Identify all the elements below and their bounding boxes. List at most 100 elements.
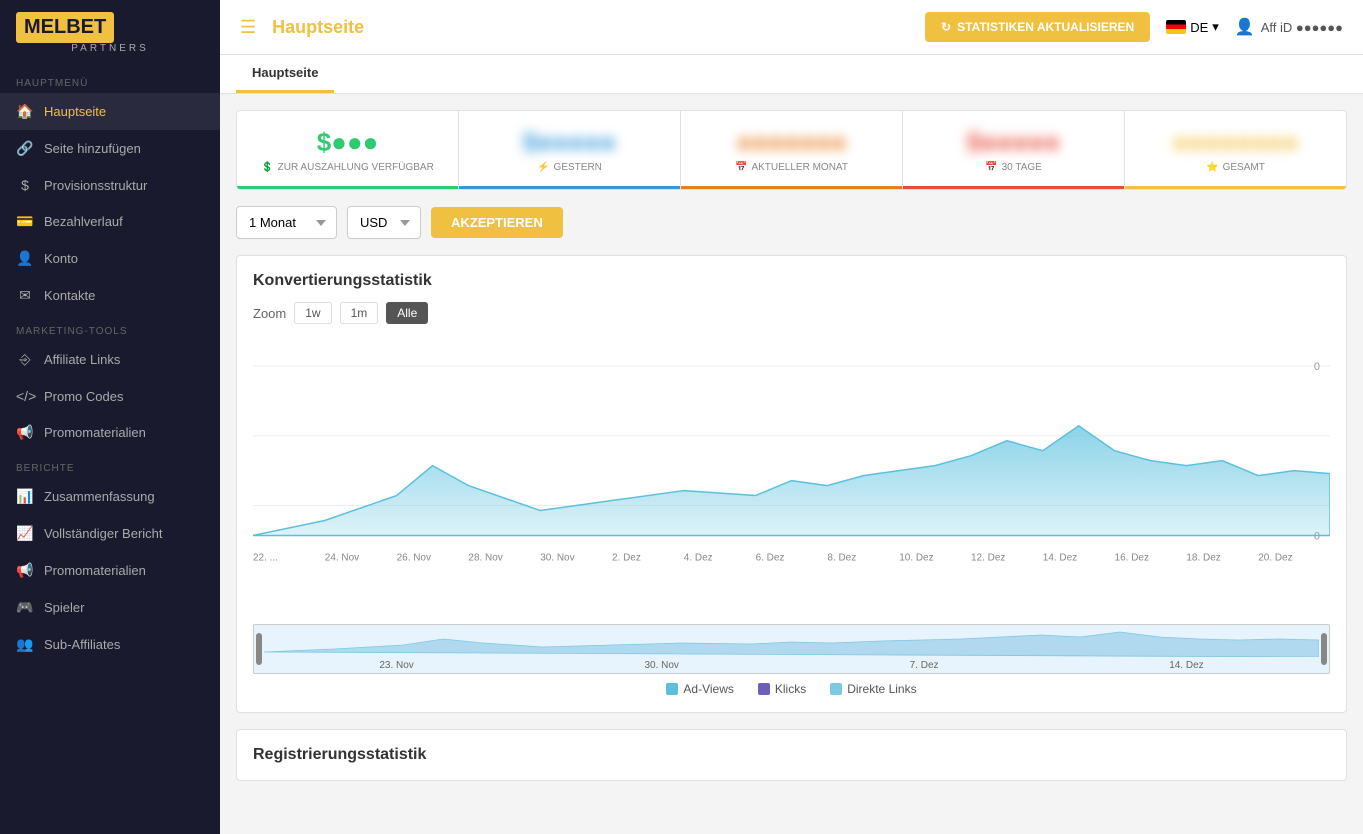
promo-icon: </> <box>16 388 34 404</box>
sidebar-label-seite: Seite hinzufügen <box>44 141 141 156</box>
sidebar-label-kontakte: Kontakte <box>44 288 95 303</box>
chart-navigator[interactable]: 23. Nov 30. Nov 7. Dez 14. Dez <box>253 624 1330 674</box>
svg-text:4. Dez: 4. Dez <box>684 552 713 563</box>
chevron-down-icon: ▾ <box>1212 19 1219 35</box>
legend-label-ad-views: Ad-Views <box>683 682 733 696</box>
legend-dot-ad-views <box>666 683 678 695</box>
period-select[interactable]: 1 Monat 1 Woche 3 Monate 6 Monate <box>236 206 337 239</box>
sidebar-item-affiliate-links[interactable]: ⎆ Affiliate Links <box>0 341 220 378</box>
sidebar-item-zusammenfassung[interactable]: 📊 Zusammenfassung <box>0 478 220 515</box>
main-menu-label: HAUPTMENÜ <box>0 66 220 93</box>
sidebar-item-provisionsstruktur[interactable]: $ Provisionsstruktur <box>0 167 220 203</box>
sidebar-label-sub: Sub-Affiliates <box>44 637 120 652</box>
svg-text:6. Dez: 6. Dez <box>756 552 785 563</box>
sidebar-label-provision: Provisionsstruktur <box>44 178 147 193</box>
svg-text:24. Nov: 24. Nov <box>325 552 359 563</box>
sidebar-label-promo: Promo Codes <box>44 389 123 404</box>
group-icon: 👥 <box>16 636 34 653</box>
chart-area-main <box>253 426 1330 536</box>
refresh-icon: ↻ <box>941 20 951 34</box>
sidebar-item-vollstandiger-bericht[interactable]: 📈 Vollständiger Bericht <box>0 515 220 552</box>
refresh-label: STATISTIKEN AKTUALISIEREN <box>957 20 1134 34</box>
stat-value-auszahlung: $●●● <box>257 127 438 158</box>
refresh-button[interactable]: ↻ STATISTIKEN AKTUALISIEREN <box>925 12 1150 42</box>
sidebar-label-promomat2: Promomaterialien <box>44 563 146 578</box>
sidebar-label-affiliate: Affiliate Links <box>44 352 120 367</box>
svg-text:22. ...: 22. ... <box>253 552 278 563</box>
legend-label-direkte: Direkte Links <box>847 682 916 696</box>
filter-row: 1 Monat 1 Woche 3 Monate 6 Monate USD EU… <box>236 206 1347 239</box>
stat-label-auszahlung: 💲 ZUR AUSZAHLUNG VERFÜGBAR <box>257 162 438 173</box>
game-icon: 🎮 <box>16 599 34 616</box>
lightning-icon: ⚡ <box>537 162 549 173</box>
nav-handle-right[interactable] <box>1321 633 1327 665</box>
nav-date-2: 30. Nov <box>644 660 678 671</box>
currency-select[interactable]: USD EUR RUB <box>347 206 421 239</box>
stat-bar-auszahlung <box>237 186 458 189</box>
user-info: 👤 Aff iD ●●●●●● <box>1235 17 1343 37</box>
sidebar-item-promo-codes[interactable]: </> Promo Codes <box>0 378 220 414</box>
sidebar-label-vollstandig: Vollständiger Bericht <box>44 526 163 541</box>
active-tab[interactable]: Hauptseite <box>236 55 334 93</box>
nav-dates: 23. Nov 30. Nov 7. Dez 14. Dez <box>264 660 1319 671</box>
sidebar-item-kontakte[interactable]: ✉ Kontakte <box>0 277 220 314</box>
accept-button[interactable]: AKZEPTIEREN <box>431 207 563 238</box>
svg-text:10. Dez: 10. Dez <box>899 552 933 563</box>
zoom-1w-button[interactable]: 1w <box>294 302 331 324</box>
stat-card-gestern: $●●●●● ⚡ GESTERN <box>459 111 681 189</box>
header: ☰ Hauptseite ↻ STATISTIKEN AKTUALISIEREN… <box>220 0 1363 55</box>
legend-dot-direkte <box>830 683 842 695</box>
link-icon: 🔗 <box>16 140 34 157</box>
nav-date-1: 23. Nov <box>379 660 413 671</box>
sidebar-label-hauptseite: Hauptseite <box>44 104 106 119</box>
stat-card-auszahlung: $●●● 💲 ZUR AUSZAHLUNG VERFÜGBAR <box>237 111 459 189</box>
sidebar-item-promomaterialien-marketing[interactable]: 📢 Promomaterialien <box>0 414 220 451</box>
sidebar-item-seite-hinzufugen[interactable]: 🔗 Seite hinzufügen <box>0 130 220 167</box>
zoom-all-button[interactable]: Alle <box>386 302 428 324</box>
sidebar-item-bezahlverlauf[interactable]: 💳 Bezahlverlauf <box>0 203 220 240</box>
legend-direkte-links: Direkte Links <box>830 682 916 696</box>
svg-text:8. Dez: 8. Dez <box>827 552 856 563</box>
stat-value-gestern: $●●●●● <box>479 127 660 158</box>
sidebar-item-sub-affiliates[interactable]: 👥 Sub-Affiliates <box>0 626 220 663</box>
zoom-label: Zoom <box>253 306 286 321</box>
chart-legend: Ad-Views Klicks Direkte Links <box>253 682 1330 696</box>
logo: MELBET PARTNERS <box>0 0 220 66</box>
chart-section: Konvertierungsstatistik Zoom 1w 1m Alle … <box>236 255 1347 713</box>
user-label: Aff iD ●●●●●● <box>1261 20 1343 35</box>
hamburger-icon[interactable]: ☰ <box>240 17 256 38</box>
svg-text:18. Dez: 18. Dez <box>1186 552 1220 563</box>
sidebar: MELBET PARTNERS HAUPTMENÜ 🏠 Hauptseite 🔗… <box>0 0 220 834</box>
sidebar-item-konto[interactable]: 👤 Konto <box>0 240 220 277</box>
stat-card-monat: ●●●●●●● 📅 AKTUELLER MONAT <box>681 111 903 189</box>
stat-bar-monat <box>681 186 902 189</box>
sidebar-item-spieler[interactable]: 🎮 Spieler <box>0 589 220 626</box>
user-icon: 👤 <box>16 250 34 267</box>
dollar-icon: $ <box>16 177 34 193</box>
chart-svg: 0 0 22. ... 24. Nov 26. Nov 28. Nov <box>253 336 1330 615</box>
sidebar-label-zusammen: Zusammenfassung <box>44 489 155 504</box>
berichte-label: BERICHTE <box>0 451 220 478</box>
nav-date-3: 7. Dez <box>910 660 939 671</box>
marketing-label: MARKETING-TOOLS <box>0 314 220 341</box>
card-icon: 💳 <box>16 213 34 230</box>
stat-bar-30tage <box>903 186 1124 189</box>
account-icon: 👤 <box>1235 17 1255 37</box>
sidebar-item-promomaterialien-berichte[interactable]: 📢 Promomaterialien <box>0 552 220 589</box>
language-selector[interactable]: DE ▾ <box>1166 19 1219 35</box>
nav-handle-left[interactable] <box>256 633 262 665</box>
sidebar-label-bezahl: Bezahlverlauf <box>44 214 123 229</box>
zoom-1m-button[interactable]: 1m <box>340 302 379 324</box>
calendar2-icon: 📅 <box>985 162 997 173</box>
stat-value-gesamt: ●●●●●●●● <box>1145 127 1326 158</box>
svg-text:14. Dez: 14. Dez <box>1043 552 1077 563</box>
stat-label-monat: 📅 AKTUELLER MONAT <box>701 162 882 173</box>
zoom-row: Zoom 1w 1m Alle <box>253 302 1330 324</box>
line-chart-icon: 📈 <box>16 525 34 542</box>
sidebar-label-spieler: Spieler <box>44 600 84 615</box>
sidebar-item-hauptseite[interactable]: 🏠 Hauptseite <box>0 93 220 130</box>
lang-label: DE <box>1190 20 1208 35</box>
svg-text:12. Dez: 12. Dez <box>971 552 1005 563</box>
svg-text:26. Nov: 26. Nov <box>397 552 431 563</box>
stat-bar-gestern <box>459 186 680 189</box>
